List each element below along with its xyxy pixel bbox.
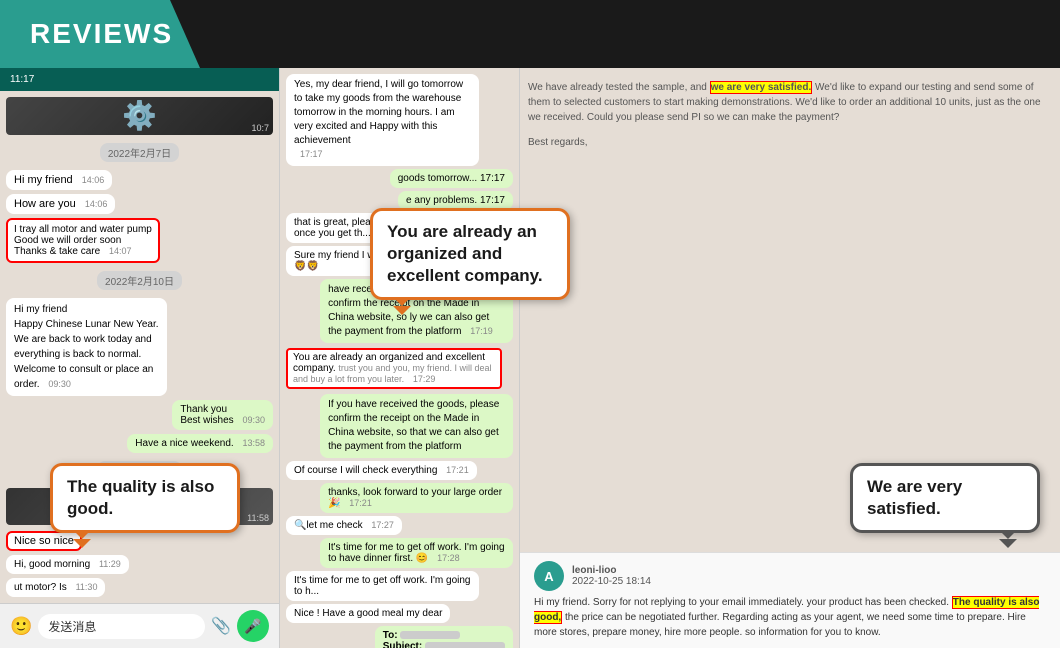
mic-button[interactable]: 🎤 [237,610,269,642]
emoji-icon[interactable]: 🙂 [10,616,32,637]
nice-so-nice-label: Nice so nice [6,531,82,551]
chat-input-area: 🙂 发送消息 📎 🎤 [0,603,279,648]
thumb2-time: 11:58 [247,513,269,523]
msg-let-me-check: 🔍let me check 17:27 [286,516,402,535]
thumb1-time: 10:7 [251,123,269,133]
chat-panel-middle: Yes, my dear friend, I will go tomorrow … [280,68,520,648]
sender-avatar: A [534,561,564,591]
msg-how-are-you: How are you 14:06 [6,194,115,214]
page-title: REVIEWS [30,18,173,49]
chat-header-left: 11:17 [0,68,279,91]
msg-nice-weekend: Have a nice weekend. 13:58 [127,434,273,453]
email-body: Hi my friend. Sorry for not replying to … [534,595,1046,640]
overlay-bubble-quality: The quality is also good. [50,463,240,533]
date-label-2: 2022年2月10日 [97,271,182,290]
msg-go-warehouse: Yes, my dear friend, I will go tomorrow … [286,74,479,166]
msg-motor: ut motor? Is 11:30 [6,578,105,597]
attach-icon[interactable]: 📎 [211,616,231,636]
msg-lunar-new-year: Hi my friend Happy Chinese Lunar New Yea… [6,298,167,396]
msg-email-to: To: Subject: Dear mr. Leong, [375,626,513,648]
msg-get-off-work-recv: It's time for me to get off work. I'm go… [286,571,479,601]
chat-timestamp-top: 11:17 [10,74,34,85]
bubble2-tail [73,539,91,548]
msg-payment-platform: If you have received the goods, please c… [320,394,513,458]
main-content: 11:17 ⚙️ 10:7 2022年2月7日 Hi my friend 14:… [0,68,1060,648]
msg-order-box: I tray all motor and water pump Good we … [6,218,160,263]
email-header: A leoni-lioo 2022-10-25 18:14 [534,561,1046,591]
page-header: REVIEWS [0,0,1060,68]
msg-good-meal: Nice ! Have a good meal my dear [286,604,450,623]
chat-panel-right: We have already tested the sample, and w… [520,68,1060,648]
email-section: A leoni-lioo 2022-10-25 18:14 Hi my frie… [520,552,1060,648]
email-body-preview: We have already tested the sample, and w… [528,76,1052,129]
msg-goods-tomorrow: goods tomorrow... 17:17 [390,169,513,188]
chat-messages-mid: Yes, my dear friend, I will go tomorrow … [280,68,519,648]
msg-thank-you: Thank you Best wishes 09:30 [172,400,273,430]
highlighted-company-msg: You are already an organized and excelle… [286,348,502,389]
email-meta: leoni-lioo 2022-10-25 18:14 [572,565,651,587]
chat-image-thumb-1: ⚙️ 10:7 [6,97,273,135]
chat-panel-left: 11:17 ⚙️ 10:7 2022年2月7日 Hi my friend 14:… [0,68,280,648]
overlay-bubble-company: You are already an organized and excelle… [370,208,570,300]
bubble3-tail [999,539,1017,548]
msg-large-order: thanks, look forward to your large order… [320,483,513,513]
bubble1-tail [393,306,411,315]
overlay-bubble-satisfied: We are very satisfied. [850,463,1040,533]
best-regards: Best regards, [528,137,1052,148]
date-label-1: 2022年2月7日 [100,143,179,162]
highlight-satisfied: we are very satisfied. [710,81,813,94]
motor-icon: ⚙️ [122,99,157,132]
msg-hi-my-friend: Hi my friend 14:06 [6,170,112,190]
msg-check-everything: Of course I will check everything 17:21 [286,461,477,480]
msg-good-morning: Hi, good morning 11:29 [6,555,129,574]
msg-get-off-work: It's time for me to get off work. I'm go… [320,538,513,568]
message-input[interactable]: 发送消息 [38,614,205,639]
